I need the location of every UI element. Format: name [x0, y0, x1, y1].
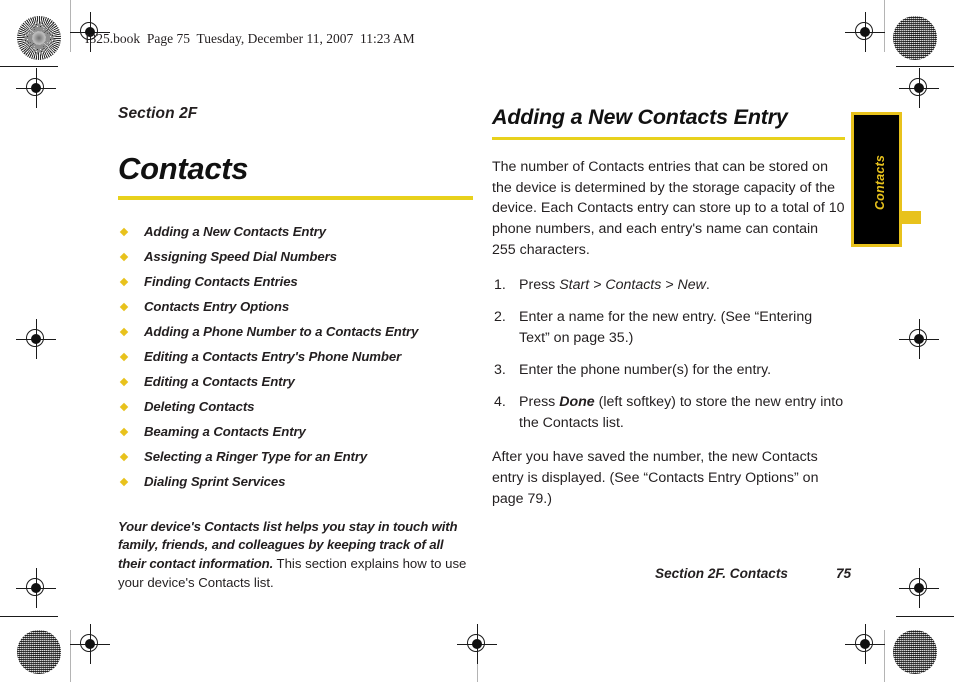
footer-section-label: Section 2F. Contacts	[655, 566, 788, 581]
list-item: Enter a name for the new entry. (See “En…	[492, 307, 845, 348]
side-tab-label: Contacts	[872, 154, 887, 211]
guide-line-bottom-right	[884, 630, 885, 682]
list-item-label: Contacts Entry Options	[144, 299, 290, 314]
registration-target-bottom-right	[845, 624, 885, 664]
crop-rule-right-bottom	[896, 616, 954, 617]
section-accent-rule	[492, 137, 845, 140]
guide-line-top-right	[884, 0, 885, 52]
list-item[interactable]: Adding a New Contacts Entry	[118, 224, 473, 241]
crop-rule-left-top	[0, 66, 58, 67]
list-item[interactable]: Deleting Contacts	[118, 399, 473, 416]
diamond-bullet-icon	[119, 327, 129, 337]
crop-rule-left-bottom	[0, 616, 58, 617]
step-emphasis: Start > Contacts > New	[559, 276, 706, 293]
registration-target-right-upper	[899, 68, 939, 108]
section-heading: Adding a New Contacts Entry	[492, 105, 788, 129]
step-text-suffix: .	[705, 276, 710, 293]
list-item[interactable]: Editing a Contacts Entry's Phone Number	[118, 349, 473, 366]
guide-line-top-left	[70, 0, 71, 52]
list-item-label: Finding Contacts Entries	[144, 274, 298, 289]
diamond-bullet-icon	[119, 377, 129, 387]
diamond-bullet-icon	[119, 402, 129, 412]
moire-target-bottom-left	[17, 630, 61, 674]
moire-target-bottom-right	[893, 630, 937, 674]
diamond-bullet-icon	[119, 302, 129, 312]
registration-target-bottom-center	[457, 624, 497, 664]
left-column: Section 2F Contacts Adding a New Contact…	[118, 105, 473, 606]
moire-target-top-right	[893, 16, 937, 60]
page-title: Contacts	[118, 151, 249, 186]
list-item[interactable]: Selecting a Ringer Type for an Entry	[118, 449, 473, 466]
page-footer: Section 2F. Contacts 75	[492, 566, 852, 581]
registration-target-left-lower	[16, 568, 56, 608]
list-item-label: Adding a Phone Number to a Contacts Entr…	[144, 324, 419, 339]
title-accent-rule	[118, 196, 473, 200]
step-emphasis: Done	[559, 394, 595, 411]
step-text-prefix: Enter the phone number(s) for the entry.	[519, 361, 772, 378]
chapter-contents-list: Adding a New Contacts Entry Assigning Sp…	[118, 224, 473, 491]
list-item[interactable]: Assigning Speed Dial Numbers	[118, 249, 473, 266]
footer-page-number: 75	[835, 566, 852, 581]
procedure-steps-list: Press Start > Contacts > New. Enter a na…	[492, 275, 845, 434]
section-closing-paragraph: After you have saved the number, the new…	[492, 449, 819, 507]
diamond-bullet-icon	[119, 352, 129, 362]
registration-target-right-middle	[899, 319, 939, 359]
section-intro-paragraph: The number of Contacts entries that can …	[492, 159, 845, 258]
diamond-bullet-icon	[119, 477, 129, 487]
list-item-label: Beaming a Contacts Entry	[144, 424, 306, 439]
list-item: Press Start > Contacts > New.	[492, 275, 845, 296]
list-item-label: Editing a Contacts Entry	[144, 374, 295, 389]
list-item-label: Selecting a Ringer Type for an Entry	[144, 449, 368, 464]
step-text-prefix: Press	[519, 394, 560, 411]
diamond-bullet-icon	[119, 227, 129, 237]
step-text-prefix: Press	[519, 276, 560, 293]
registration-target-left-middle	[16, 319, 56, 359]
list-item[interactable]: Editing a Contacts Entry	[118, 374, 473, 391]
diamond-bullet-icon	[119, 427, 129, 437]
side-tab-contacts[interactable]: Contacts	[851, 112, 902, 247]
moire-target-top-left	[17, 16, 61, 60]
list-item-label: Adding a New Contacts Entry	[144, 224, 326, 239]
diamond-bullet-icon	[119, 452, 129, 462]
list-item-label: Assigning Speed Dial Numbers	[144, 249, 337, 264]
registration-target-bottom-left	[70, 624, 110, 664]
list-item[interactable]: Adding a Phone Number to a Contacts Entr…	[118, 324, 473, 341]
chapter-intro-paragraph: Your device's Contacts list helps you st…	[118, 518, 473, 593]
right-column: Adding a New Contacts Entry The number o…	[492, 105, 845, 524]
registration-target-right-lower	[899, 568, 939, 608]
list-item-label: Dialing Sprint Services	[144, 474, 286, 489]
print-header-line: I325.book Page 75 Tuesday, December 11, …	[85, 31, 415, 46]
diamond-bullet-icon	[119, 277, 129, 287]
list-item[interactable]: Dialing Sprint Services	[118, 474, 473, 491]
section-label: Section 2F	[118, 105, 198, 122]
list-item[interactable]: Finding Contacts Entries	[118, 274, 473, 291]
diamond-bullet-icon	[119, 252, 129, 262]
registration-target-left-upper	[16, 68, 56, 108]
list-item[interactable]: Contacts Entry Options	[118, 299, 473, 316]
list-item: Enter the phone number(s) for the entry.	[492, 360, 845, 381]
list-item-label: Editing a Contacts Entry's Phone Number	[144, 349, 402, 364]
registration-target-top-right	[845, 12, 885, 52]
guide-line-bottom-left	[70, 630, 71, 682]
list-item-label: Deleting Contacts	[144, 399, 255, 414]
list-item: Press Done (left softkey) to store the n…	[492, 392, 845, 433]
list-item[interactable]: Beaming a Contacts Entry	[118, 424, 473, 441]
crop-rule-right-top	[896, 66, 954, 67]
step-text-prefix: Enter a name for the new entry. (See “En…	[519, 309, 813, 346]
